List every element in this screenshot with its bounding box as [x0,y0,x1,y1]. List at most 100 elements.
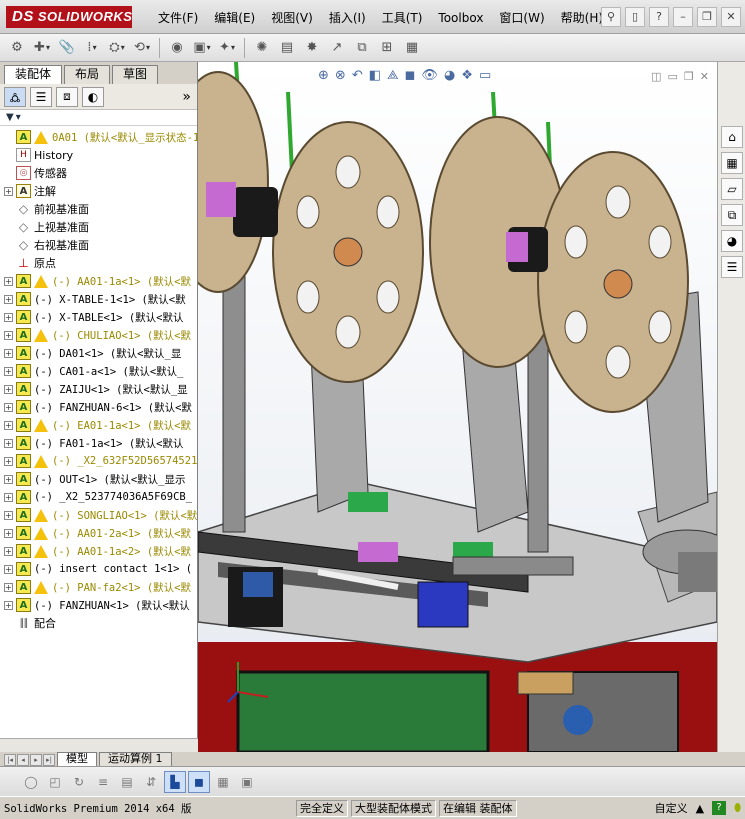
tree-component[interactable]: + A (-) X-TABLE<1> (默认<默认 [0,308,197,326]
list-icon[interactable]: ≡ [92,771,114,793]
bill-of-materials-icon[interactable]: ▤ [276,37,298,59]
tab-model[interactable]: 模型 [57,752,97,766]
feature-tree-icon[interactable]: 🜛 [4,86,26,107]
new-motion-study-icon[interactable]: ✺ [251,37,273,59]
tree-item[interactable]: ◇ 上视基准面 [0,218,197,236]
section-view-icon[interactable]: ◧ [369,68,381,83]
interference-detection-icon[interactable]: ⧉ [351,37,373,59]
tree-item[interactable]: ◎ 传感器 [0,164,197,182]
tree-filter[interactable]: ▼ ▾ [0,110,197,126]
flat-tree-icon[interactable]: ▙ [164,770,186,793]
menu-tools[interactable]: 工具(T) [374,9,431,27]
insert-components-icon[interactable]: ✚ [31,37,53,59]
tree-component[interactable]: + A (-) CHULIAO<1> (默认<默 [0,326,197,344]
solidworks-logo[interactable]: DS SOLIDWORKS [6,6,132,28]
minimize-icon[interactable]: – [673,7,693,27]
rebuild-icon[interactable]: ↻ [68,771,90,793]
file-explorer-icon[interactable]: ▱ [721,178,743,200]
tree-component[interactable]: + A (-) AA01-1a<2> (默认<默 [0,542,197,560]
view-palette-icon[interactable]: ⧉ [721,204,743,226]
tree-component[interactable]: + A (-) insert contact 1<1> ( [0,560,197,578]
grid-icon[interactable]: ▤ [116,771,138,793]
menu-file[interactable]: 文件(F) [150,9,206,27]
hidden-lines-icon[interactable]: ◰ [44,771,66,793]
exploded-view-icon[interactable]: ✸ [301,37,323,59]
tree-component[interactable]: + A (-) EA01-1a<1> (默认<默 [0,416,197,434]
tree-component[interactable]: + A (-) DA01<1> (默认<默认_显 [0,344,197,362]
menu-toolbox[interactable]: Toolbox [430,9,491,27]
tree-expander-icon[interactable]: + [4,456,13,466]
tree-component[interactable]: + A (-) FANZHUAN<1> (默认<默认 [0,596,197,614]
tree-expander-icon[interactable]: + [4,492,13,502]
restore-icon[interactable]: ❐ [697,7,717,27]
display-style-icon[interactable]: ◼ [405,68,416,83]
view-orientation-icon[interactable]: ⟁ [387,68,399,83]
tree-expander-icon[interactable]: + [4,474,13,484]
tree-expander-icon[interactable]: + [4,420,13,430]
clearance-verification-icon[interactable]: ⊞ [376,37,398,59]
filter-icon[interactable]: ▼ [6,112,14,123]
shaded-icon[interactable]: ◯ [20,771,42,793]
tree-item[interactable]: ∥∥ 配合 [0,614,197,632]
close-icon[interactable]: ✕ [721,7,741,27]
units-dropdown-icon[interactable]: ▲ [696,802,704,815]
split-view-icon[interactable]: ◫ [651,70,661,83]
edit-component-icon[interactable]: ⚙ [6,37,28,59]
tree-component[interactable]: + A (-) ZAIJU<1> (默认<默认_显 [0,380,197,398]
tree-expander-icon[interactable]: + [4,564,13,574]
tree-component[interactable]: + A (-) FA01-1a<1> (默认<默认 [0,434,197,452]
table-icon[interactable]: ▦ [212,771,234,793]
save-icon[interactable]: ▣ [236,771,258,793]
tree-item[interactable]: ◇ 前视基准面 [0,200,197,218]
tree-expander-icon[interactable]: + [4,294,13,304]
smart-fasteners-icon[interactable]: ⛭ [106,37,128,59]
move-component-icon[interactable]: ⟲ [131,37,153,59]
tree-expander-icon[interactable]: + [4,330,13,340]
menu-insert[interactable]: 插入(I) [321,9,374,27]
tree-item[interactable]: ⊥ 原点 [0,254,197,272]
prev-tab-icon[interactable]: ◂ [17,754,29,766]
tree-horizontal-scrollbar[interactable] [0,738,198,752]
tree-expander-icon[interactable]: + [4,312,13,322]
help-query-icon[interactable]: ? [649,7,669,27]
instant3d-icon[interactable]: ▦ [401,37,423,59]
tree-expander-icon[interactable]: + [4,348,13,358]
tree-expander-icon[interactable]: + [4,510,13,520]
next-tab-icon[interactable]: ▸ [30,754,42,766]
show-hidden-icon[interactable]: ◉ [166,37,188,59]
hide-show-items-icon[interactable]: 👁 [421,68,438,83]
tree-expander-icon[interactable]: + [4,366,13,376]
tree-expander-icon[interactable]: + [4,528,13,538]
first-tab-icon[interactable]: |◂ [4,754,16,766]
status-help-icon[interactable]: ? [712,801,727,815]
display-manager-icon[interactable]: ◐ [82,86,104,107]
graphics-area[interactable]: ⊕ ⊗ ↶ ◧ ⟁ ◼ 👁 ◕ ❖ ▭ ◫ ▭ ❐ ✕ [198,62,717,752]
tree-root[interactable]: A 0A01 (默认<默认_显示状态-1>) [0,128,197,146]
tree-item[interactable]: + A 注解 [0,182,197,200]
menu-view[interactable]: 视图(V) [263,9,321,27]
explode-line-sketch-icon[interactable]: ↗ [326,37,348,59]
tab-assembly[interactable]: 装配体 [4,65,63,84]
units-custom[interactable]: 自定义 [655,800,688,816]
tree-expander-icon[interactable]: + [4,600,13,610]
assembly-features-icon[interactable]: ▣ [191,37,213,59]
viewport-minimize-icon[interactable]: ▭ [668,70,678,83]
tree-expander-icon[interactable]: + [4,186,13,196]
view-settings-icon[interactable]: ▭ [479,68,491,83]
tree-expander-icon[interactable]: + [4,438,13,448]
menu-window[interactable]: 窗口(W) [491,9,552,27]
tab-sketch[interactable]: 草图 [112,65,159,84]
reference-geometry-icon[interactable]: ✦ [216,37,238,59]
custom-properties-icon[interactable]: ☰ [721,256,743,278]
tree-expander-icon[interactable]: + [4,384,13,394]
tree-expander-icon[interactable]: + [4,276,13,286]
tree-expander-icon[interactable]: + [4,546,13,556]
tree-component[interactable]: + A (-) AA01-1a<1> (默认<默 [0,272,197,290]
new-doc-icon[interactable]: ▯ [625,7,645,27]
tree-component[interactable]: + A (-) SONGLIAO<1> (默认<默 [0,506,197,524]
apply-scene-icon[interactable]: ❖ [461,68,473,83]
previous-view-icon[interactable]: ↶ [352,68,363,83]
solidworks-resources-icon[interactable]: ⌂ [721,126,743,148]
appearances-icon[interactable]: ◕ [721,230,743,252]
viewport-close-icon[interactable]: ✕ [700,70,709,83]
